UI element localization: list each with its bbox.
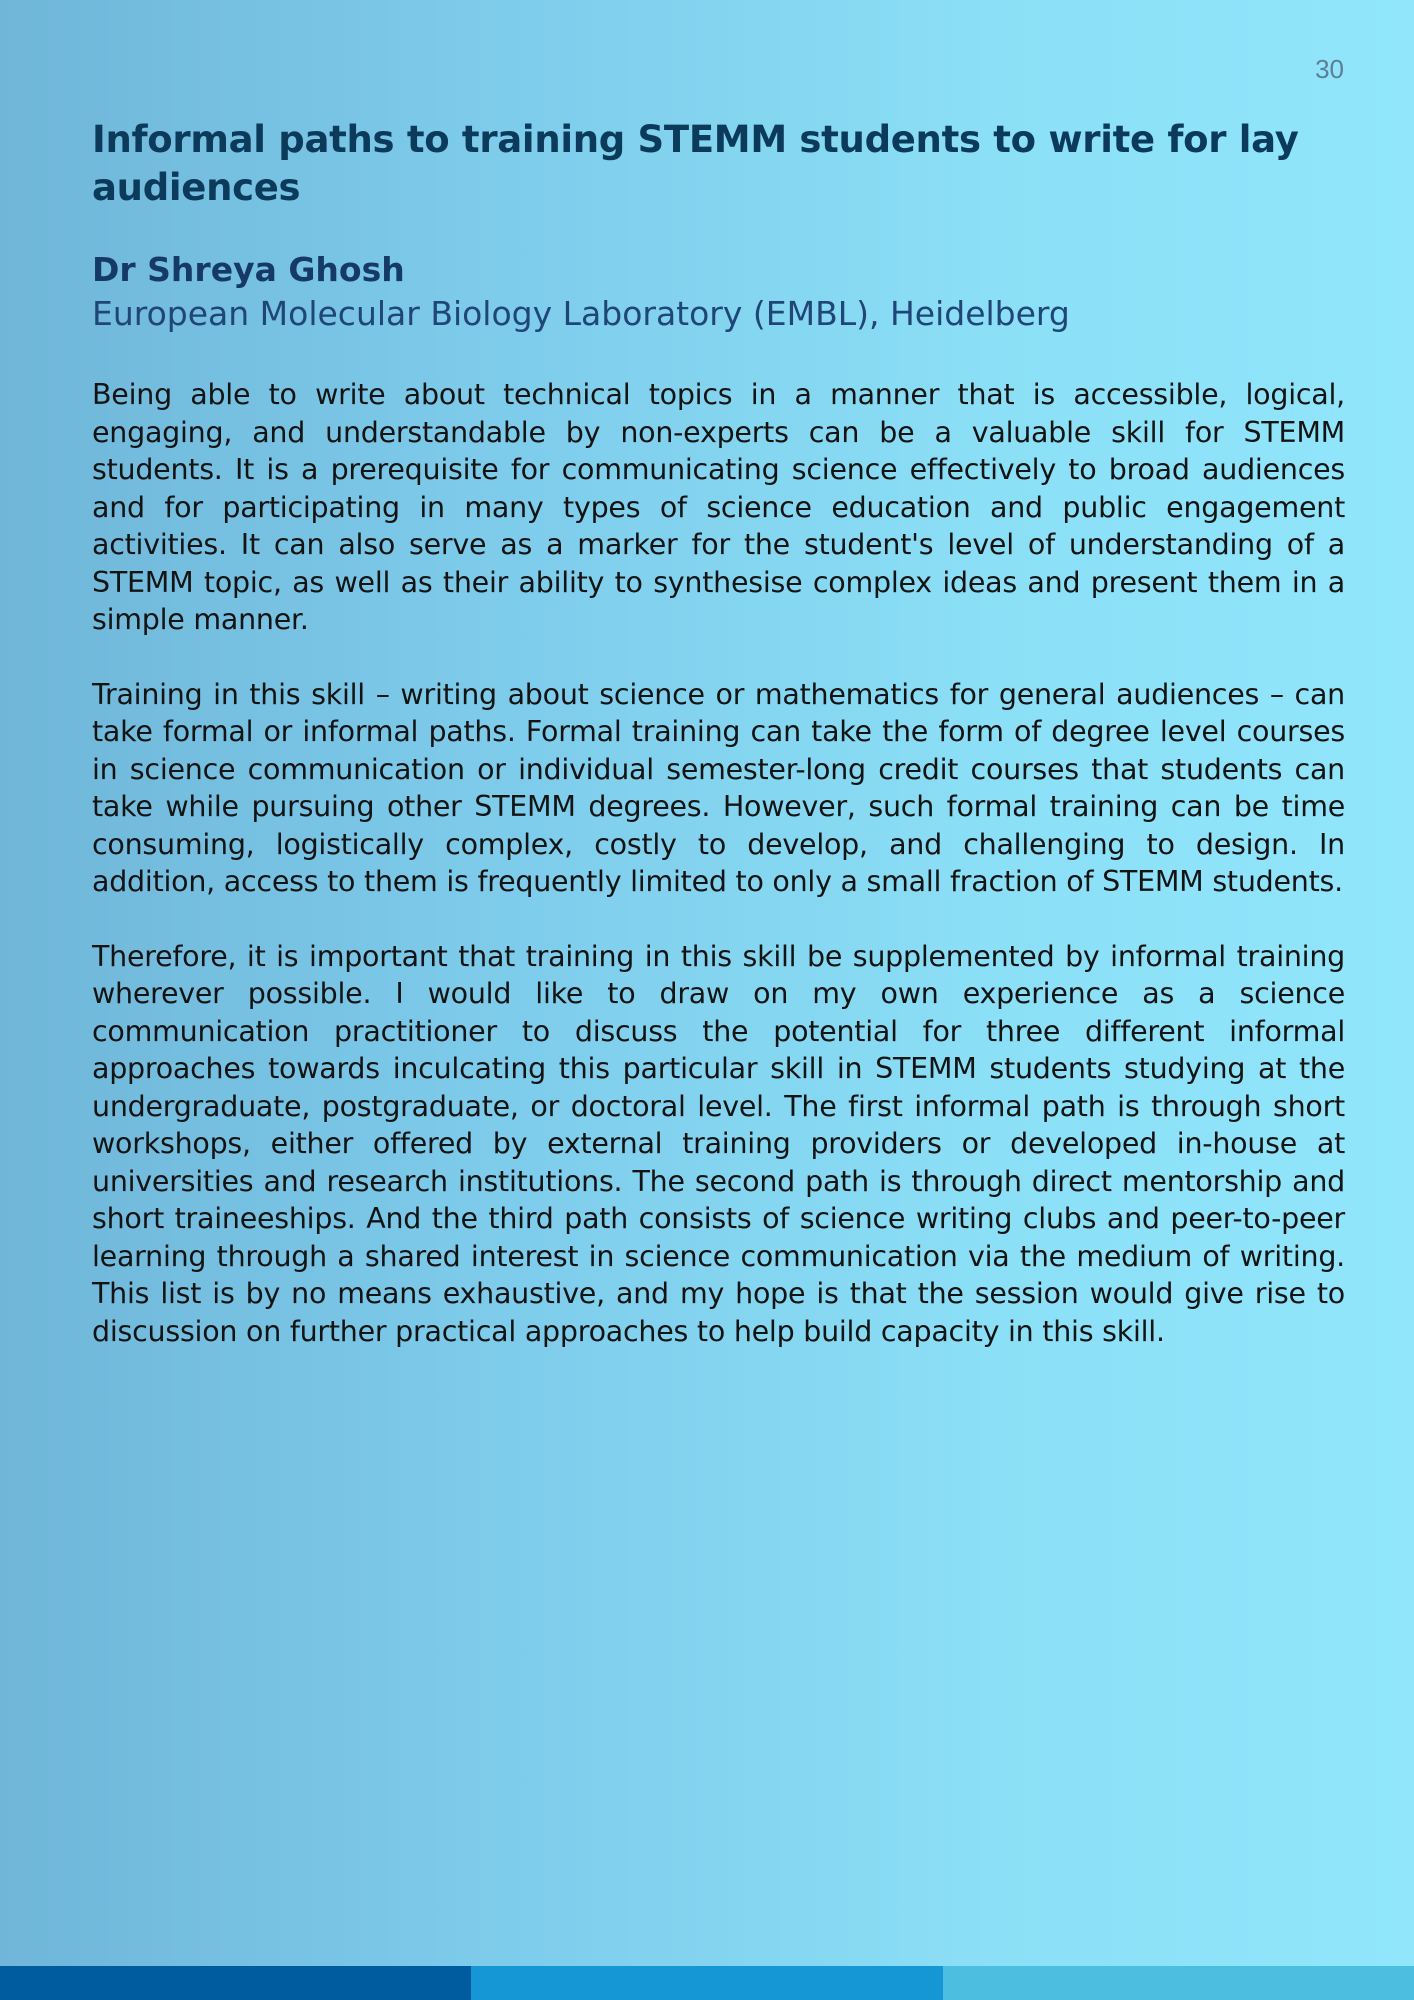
abstract-paragraph: Training in this skill – writing about s… xyxy=(92,677,1345,899)
footer-segment-dark xyxy=(0,1966,472,2000)
footer-segment-mid xyxy=(471,1966,943,2000)
page-title: Informal paths to training STEMM student… xyxy=(92,118,1299,209)
page-number: 30 xyxy=(1315,54,1344,84)
author-affiliation: European Molecular Biology Laboratory (E… xyxy=(92,294,1070,333)
abstract-paragraph: Being able to write about technical topi… xyxy=(92,378,1345,636)
footer-segment-light xyxy=(942,1966,1414,2000)
abstract-paragraph: Therefore, it is important that training… xyxy=(92,939,1345,1348)
footer-color-bar xyxy=(0,1966,1414,2000)
document-content: Informal paths to training STEMM student… xyxy=(92,116,1345,1387)
abstract-body: Being able to write about technical topi… xyxy=(92,376,1345,1350)
author-name: Dr Shreya Ghosh xyxy=(92,250,405,289)
